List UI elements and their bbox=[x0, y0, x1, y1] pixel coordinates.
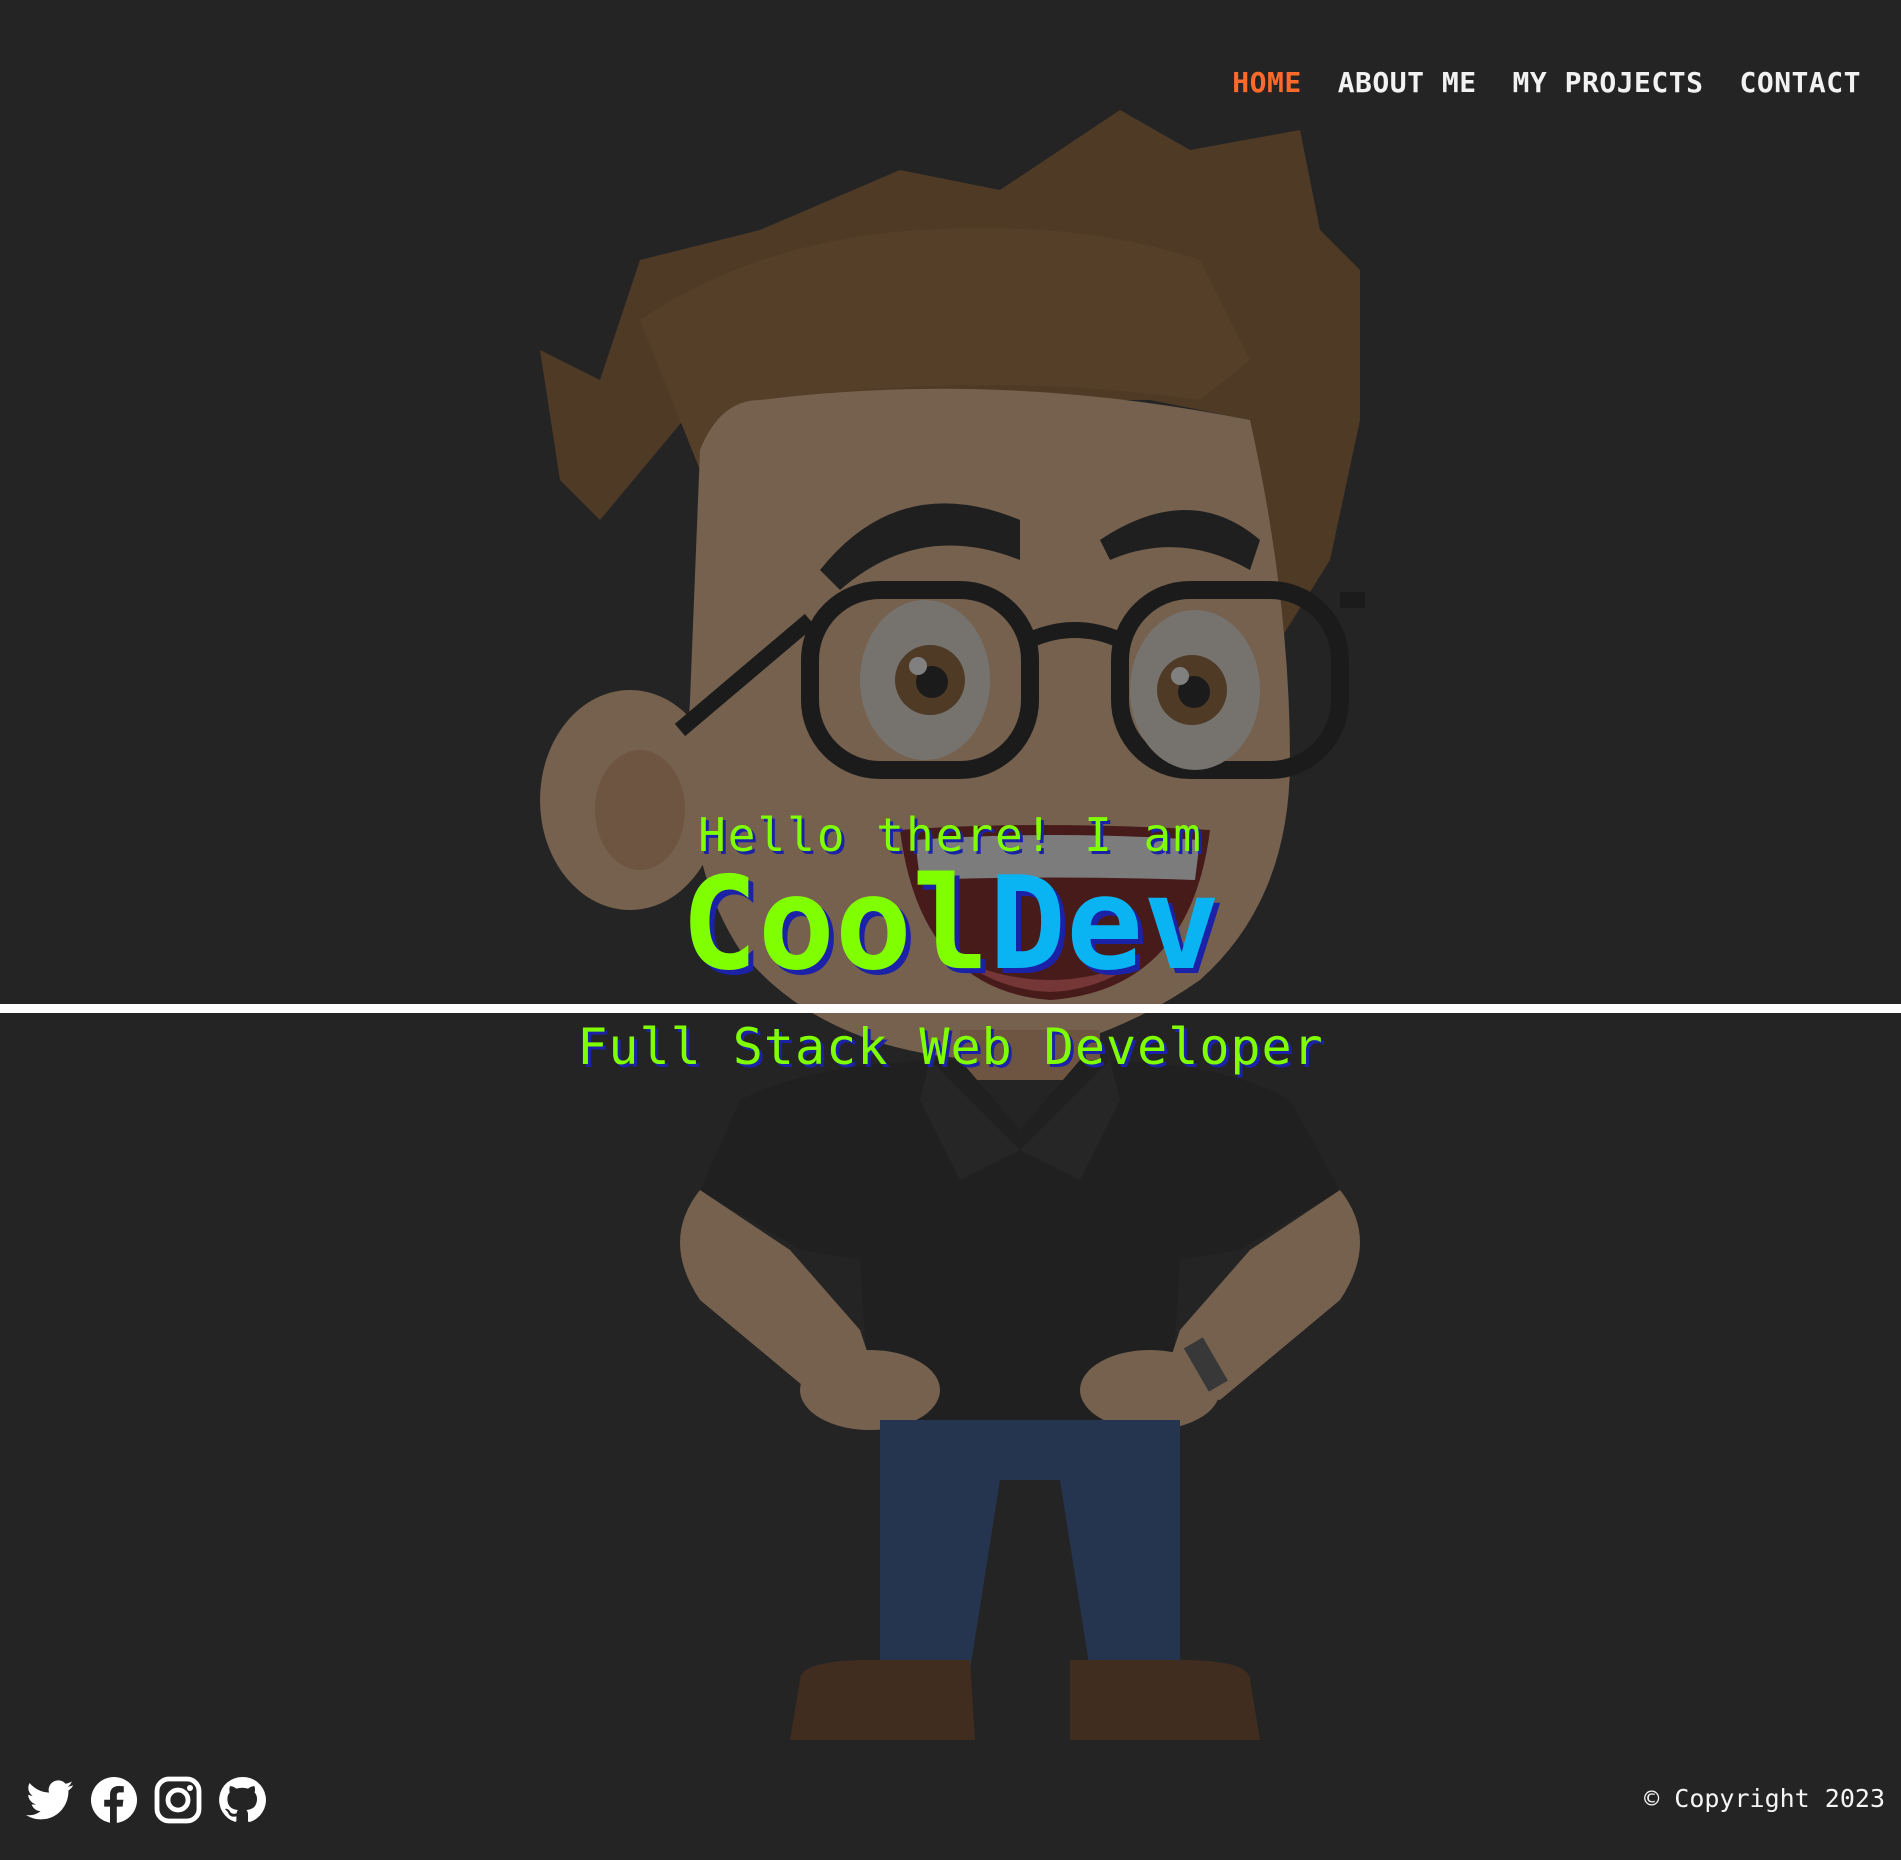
nav-about-link[interactable]: ABOUT ME bbox=[1338, 66, 1477, 99]
hero-name-part-cool: Cool bbox=[680, 850, 990, 999]
social-links bbox=[26, 1776, 266, 1824]
hero-name: CoolDev bbox=[0, 860, 1901, 990]
nav-projects-link[interactable]: MY PROJECTS bbox=[1513, 66, 1704, 99]
hero-role: Full Stack Web Developer bbox=[577, 1018, 1324, 1076]
hero-divider bbox=[0, 1004, 1901, 1013]
twitter-icon[interactable] bbox=[26, 1776, 74, 1824]
nav-contact-link[interactable]: CONTACT bbox=[1739, 66, 1861, 99]
copyright-text: © Copyright 2023 bbox=[1644, 1784, 1885, 1813]
nav-home-link[interactable]: HOME bbox=[1232, 66, 1301, 99]
facebook-icon[interactable] bbox=[90, 1776, 138, 1824]
instagram-icon[interactable] bbox=[154, 1776, 202, 1824]
github-icon[interactable] bbox=[218, 1776, 266, 1824]
hero-name-part-dev: Dev bbox=[989, 850, 1221, 999]
main-nav: HOME ABOUT ME MY PROJECTS CONTACT bbox=[1232, 66, 1861, 99]
